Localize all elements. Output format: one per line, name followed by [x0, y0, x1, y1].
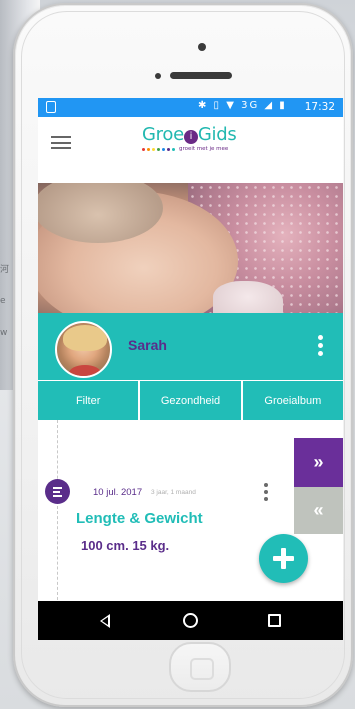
cover-photo — [38, 183, 343, 313]
entry-title[interactable]: Lengte & Gewicht — [76, 510, 203, 527]
app-logo: Groe i Gids groeit met je mee — [142, 124, 237, 152]
tab-groeialbum[interactable]: Groeialbum — [240, 380, 343, 420]
tab-gezondheid[interactable]: Gezondheid — [138, 380, 241, 420]
app-screen: ✱ ▯ ▼ 3G ◢ ▮ 17:32 Groe i Gids groeit met … — [38, 98, 343, 640]
previous-button[interactable]: « — [294, 487, 343, 534]
child-profile-bar: Sarah — [38, 313, 343, 380]
background-text: 河 — [0, 265, 10, 275]
logo-dot — [152, 147, 155, 151]
logo-dot — [157, 147, 160, 151]
child-name[interactable]: Sarah — [128, 337, 167, 353]
entry-values: 100 cm. 15 kg. — [81, 538, 170, 553]
front-camera — [198, 43, 206, 51]
measurement-icon — [45, 479, 70, 504]
status-icons: ✱ ▯ ▼ 3G ◢ ▮ — [198, 100, 287, 111]
entry-date: 10 jul. 2017 — [93, 487, 143, 498]
nav-home-icon[interactable] — [183, 613, 198, 628]
entry-more-icon[interactable] — [263, 483, 269, 505]
proximity-sensor — [155, 73, 161, 79]
avatar[interactable] — [55, 321, 112, 378]
logo-dot — [142, 147, 145, 151]
logo-dot — [167, 147, 170, 151]
home-button[interactable] — [169, 642, 231, 692]
logo-i-icon: i — [183, 130, 198, 144]
add-button[interactable] — [259, 534, 308, 583]
logo-dot — [172, 147, 175, 151]
entry-age: 3 jaar, 1 maand — [151, 489, 196, 496]
status-bar: ✱ ▯ ▼ 3G ◢ ▮ 17:32 — [38, 98, 343, 117]
tab-bar: Filter Gezondheid Groeialbum — [38, 380, 343, 420]
tab-filter[interactable]: Filter — [38, 380, 139, 420]
nav-recents-icon[interactable] — [268, 614, 281, 627]
logo-tagline: groeit met je mee — [179, 146, 229, 152]
logo-dots — [142, 147, 175, 151]
hamburger-icon[interactable] — [51, 136, 71, 149]
timeline-line — [57, 420, 58, 600]
notification-icon — [46, 101, 56, 113]
more-vertical-icon[interactable] — [316, 335, 324, 361]
logo-dot — [147, 147, 150, 151]
logo-dot — [162, 147, 165, 151]
next-button[interactable]: » — [294, 438, 343, 487]
android-nav-bar — [38, 601, 343, 640]
nav-back-icon[interactable] — [100, 614, 110, 628]
background-text: w — [0, 328, 8, 338]
app-bar: Groe i Gids groeit met je mee — [38, 117, 343, 164]
earpiece-speaker — [170, 72, 232, 79]
background-text: e — [0, 296, 6, 306]
clock: 17:32 — [304, 101, 335, 113]
